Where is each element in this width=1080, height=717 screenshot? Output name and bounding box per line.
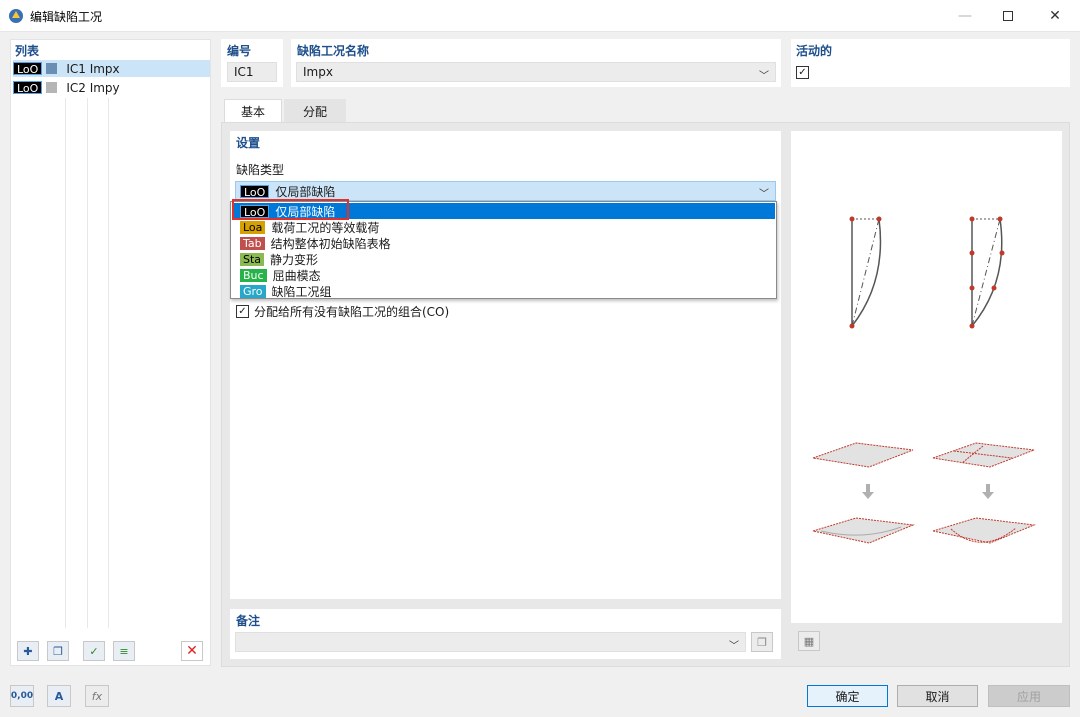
active-label: 活动的 xyxy=(796,44,833,58)
highlight-box xyxy=(232,199,349,220)
active-panel: 活动的 ✓ xyxy=(791,39,1070,87)
dropdown-option[interactable]: Loa 载荷工况的等效载荷 xyxy=(232,219,775,235)
apply-button[interactable]: 应用 xyxy=(988,685,1070,707)
library-icon: ❐ xyxy=(757,635,767,649)
assign-all-checkbox[interactable]: ✓ xyxy=(236,305,249,318)
chevron-down-icon: ﹀ xyxy=(759,71,769,82)
type-tag: Buc xyxy=(240,268,267,282)
list-panel: 列表 LoO IC1 Impx LoO IC2 Impy ✚ ❐ ✓ ≡ ✕ xyxy=(10,39,211,666)
type-tag: Gro xyxy=(240,284,266,298)
cancel-button[interactable]: 取消 xyxy=(897,685,978,707)
delete-button[interactable]: ✕ xyxy=(181,641,203,661)
type-tag: LoO xyxy=(240,184,270,199)
maximize-icon xyxy=(1003,11,1013,21)
dropdown-option[interactable]: Tab 结构整体初始缺陷表格 xyxy=(232,235,775,251)
check-list-icon: ✓ xyxy=(89,644,99,658)
new-item-icon: ✚ xyxy=(23,644,33,658)
app-icon xyxy=(9,9,23,23)
type-tag: LoO xyxy=(13,81,43,95)
list-item-label: IC1 Impx xyxy=(66,61,120,76)
type-tag: Sta xyxy=(240,252,265,266)
chevron-down-icon: ﹀ xyxy=(729,641,739,652)
number-label: 编号 xyxy=(227,44,252,58)
window-title: 编辑缺陷工况 xyxy=(30,10,103,24)
list-item-label: IC2 Impy xyxy=(66,80,120,95)
copy-item-button[interactable]: ❐ xyxy=(47,641,69,661)
image-options-icon: ▦ xyxy=(803,634,815,648)
assign-all-option[interactable]: ✓ 分配给所有没有缺陷工况的组合(CO) xyxy=(236,303,449,320)
option-label: 缺陷工况组 xyxy=(271,284,332,299)
name-panel: 缺陷工况名称 Impx ﹀ xyxy=(291,39,781,87)
option-label: 屈曲模态 xyxy=(272,268,321,283)
check-all-button[interactable]: ✓ xyxy=(83,641,105,661)
name-value: Impx xyxy=(303,65,333,79)
option-label: 静力变形 xyxy=(270,252,319,267)
column-divider xyxy=(65,98,66,628)
column-divider xyxy=(108,98,109,628)
preview-options-button[interactable]: ▦ xyxy=(798,631,820,651)
number-field[interactable]: IC1 xyxy=(227,62,277,82)
color-swatch xyxy=(46,63,58,74)
text-settings-button[interactable]: A xyxy=(47,685,71,707)
imperfection-preview-image xyxy=(812,216,1036,544)
title-bar: 编辑缺陷工况 — ✕ xyxy=(0,0,1080,32)
units-icon: 0,00 xyxy=(10,691,34,701)
type-label: 缺陷类型 xyxy=(236,163,285,177)
uncheck-button[interactable]: ≡ xyxy=(113,641,135,661)
list-header: 列表 xyxy=(15,44,40,58)
option-label: 结构整体初始缺陷表格 xyxy=(270,236,391,251)
comment-panel: 备注 ﹀ ❐ xyxy=(230,609,781,659)
comment-library-button[interactable]: ❐ xyxy=(751,632,773,652)
settings-header: 设置 xyxy=(236,136,261,150)
text-icon: A xyxy=(54,689,64,703)
list-item[interactable]: LoO IC1 Impx xyxy=(13,60,210,77)
type-tag: Loa xyxy=(240,220,266,234)
assign-all-label: 分配给所有没有缺陷工况的组合(CO) xyxy=(254,305,450,319)
active-checkbox[interactable]: ✓ xyxy=(796,66,809,79)
close-icon: ✕ xyxy=(1049,8,1061,24)
ok-button[interactable]: 确定 xyxy=(807,685,888,707)
maximize-button[interactable] xyxy=(985,0,1031,32)
tab-assignment[interactable]: 分配 xyxy=(284,99,346,123)
dropdown-option[interactable]: Sta 静力变形 xyxy=(232,251,775,267)
name-label: 缺陷工况名称 xyxy=(297,44,370,58)
option-label: 载荷工况的等效载荷 xyxy=(271,220,380,235)
function-icon: fx xyxy=(91,689,103,703)
column-divider xyxy=(87,98,88,628)
preview-panel xyxy=(791,131,1062,623)
dropdown-option[interactable]: Buc 屈曲模态 xyxy=(232,267,775,283)
name-combobox[interactable]: Impx ﹀ xyxy=(296,62,776,82)
color-swatch xyxy=(46,82,58,93)
new-item-button[interactable]: ✚ xyxy=(17,641,39,661)
tab-basic[interactable]: 基本 xyxy=(224,99,282,123)
units-button[interactable]: 0,00 xyxy=(10,685,34,707)
minimize-icon: — xyxy=(958,8,972,24)
minimize-button[interactable]: — xyxy=(942,0,988,32)
list-item[interactable]: LoO IC2 Impy xyxy=(13,79,210,96)
number-panel: 编号 IC1 xyxy=(221,39,283,87)
dropdown-option[interactable]: Gro 缺陷工况组 xyxy=(232,283,775,299)
close-button[interactable]: ✕ xyxy=(1032,0,1078,32)
comment-combobox[interactable]: ﹀ xyxy=(235,632,746,652)
type-tag: LoO xyxy=(13,62,43,76)
uncheck-list-icon: ≡ xyxy=(119,644,129,658)
type-tag: Tab xyxy=(240,236,265,250)
delete-icon: ✕ xyxy=(186,643,198,659)
copy-icon: ❐ xyxy=(53,644,63,658)
comment-header: 备注 xyxy=(236,614,261,628)
type-combobox[interactable]: LoO 仅局部缺陷 ﹀ xyxy=(235,181,776,201)
type-selected-label: 仅局部缺陷 xyxy=(275,184,336,199)
formula-button[interactable]: fx xyxy=(85,685,109,707)
chevron-down-icon: ﹀ xyxy=(759,189,769,200)
